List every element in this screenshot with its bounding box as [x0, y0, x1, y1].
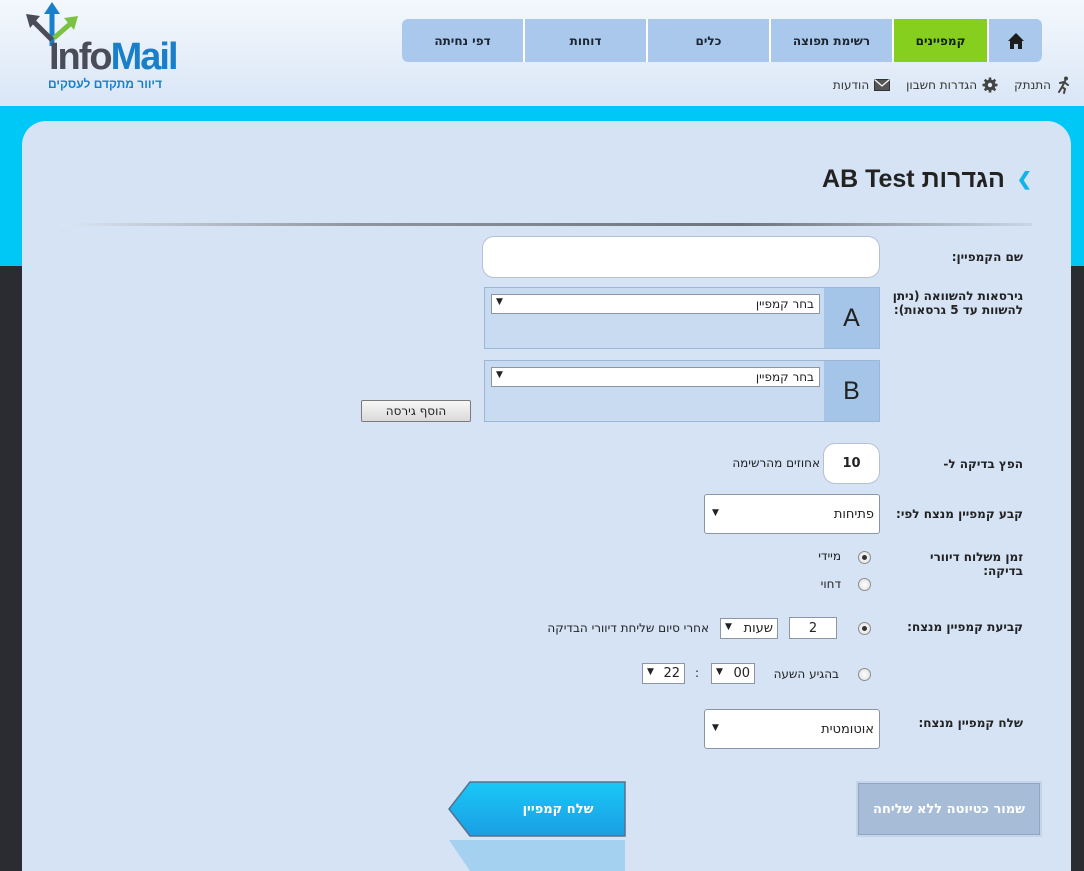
- version-a-select[interactable]: בחר קמפיין ▼: [491, 294, 820, 314]
- page-title-text: הגדרות AB Test: [822, 165, 1005, 193]
- distribute-percent-input[interactable]: 10: [823, 443, 880, 484]
- distribute-label: הפץ בדיקה ל-: [943, 457, 1023, 471]
- winner-after-unit-select[interactable]: שעות ▼: [720, 618, 778, 639]
- tab-landing-pages[interactable]: דפי נחיתה: [402, 19, 523, 62]
- home-icon: [1007, 32, 1024, 49]
- send-button-reflection: [448, 840, 626, 871]
- home-button[interactable]: [989, 19, 1042, 62]
- logout-label: התנתק: [1014, 78, 1051, 92]
- campaign-name-label: שם הקמפיין:: [951, 250, 1023, 264]
- time-separator: :: [695, 666, 700, 680]
- winner-at-minutes-select[interactable]: 00 ▼: [711, 663, 755, 684]
- dropdown-arrow-icon: ▼: [496, 297, 503, 307]
- dropdown-arrow-icon: ▼: [712, 508, 719, 518]
- tab-campaigns[interactable]: קמפיינים: [894, 19, 987, 62]
- send-delayed-radio[interactable]: [858, 578, 871, 591]
- content-panel: [22, 121, 1071, 871]
- winner-at-text: בהגיע השעה: [773, 667, 839, 681]
- tab-reports[interactable]: דוחות: [525, 19, 646, 62]
- version-a-selected: בחר קמפיין: [755, 297, 814, 311]
- title-divider: [60, 223, 1032, 226]
- winner-at-hours-value: 22: [663, 666, 680, 681]
- logo-tagline: דיוור מתקדם לעסקים: [48, 77, 163, 91]
- winner-timing-label: קביעת קמפיין מנצח:: [907, 620, 1023, 634]
- logo[interactable]: InfoMail דיוור מתקדם לעסקים: [22, 0, 187, 100]
- dropdown-arrow-icon: ▼: [647, 667, 654, 677]
- send-campaign-label: שלח קמפיין: [522, 801, 594, 817]
- send-immediate-radio[interactable]: [858, 551, 871, 564]
- logo-wordmark: InfoMail: [49, 36, 179, 78]
- messages-link[interactable]: הודעות: [832, 76, 891, 94]
- winner-after-radio[interactable]: [858, 622, 871, 635]
- utility-links: הודעות הגדרות חשבון התנתק: [833, 76, 1072, 94]
- distribute-suffix: אחוזים מהרשימה: [732, 456, 820, 470]
- winner-by-select[interactable]: פתיחות ▼: [704, 494, 880, 534]
- page-title: ❯ הגדרות AB Test: [822, 165, 1032, 194]
- winner-after-unit-value: שעות: [743, 621, 773, 636]
- send-winner-value: אוטומטית: [821, 721, 874, 737]
- version-letter: B: [824, 361, 879, 421]
- version-letter: A: [824, 288, 879, 348]
- dropdown-arrow-icon: ▼: [496, 370, 503, 380]
- send-time-label: זמן משלוח דיוורי בדיקה:: [930, 550, 1023, 578]
- winner-by-value: פתיחות: [833, 506, 874, 522]
- distribute-percent-value: 10: [842, 456, 861, 471]
- main-nav: קמפיינים רשימת תפוצה כלים דוחות דפי נחית…: [402, 19, 1042, 62]
- account-settings-label: הגדרות חשבון: [906, 78, 978, 92]
- winner-at-radio[interactable]: [858, 668, 871, 681]
- save-draft-button[interactable]: שמור כטיוטה ללא שליחה: [856, 781, 1042, 837]
- chevron-left-icon: ❯: [1016, 169, 1032, 189]
- winner-after-text: אחרי סיום שליחת דיוורי הבדיקה: [547, 621, 709, 635]
- dropdown-arrow-icon: ▼: [712, 723, 719, 733]
- send-winner-select[interactable]: אוטומטית ▼: [704, 709, 880, 749]
- tab-mailing-list[interactable]: רשימת תפוצה: [771, 19, 892, 62]
- envelope-icon: [874, 79, 891, 91]
- version-row-b: B בחר קמפיין ▼: [484, 360, 880, 422]
- winner-at-minutes-value: 00: [733, 666, 750, 681]
- dropdown-arrow-icon: ▼: [725, 622, 732, 632]
- winner-at-hours-select[interactable]: 22 ▼: [642, 663, 685, 684]
- add-version-button[interactable]: הוסף גירסה: [361, 400, 471, 422]
- send-immediate-label: מיידי: [818, 549, 841, 563]
- running-man-icon: [1058, 76, 1069, 94]
- logout-link[interactable]: התנתק: [1014, 76, 1072, 94]
- send-delayed-label: דחוי: [820, 577, 841, 591]
- version-row-a: A בחר קמפיין ▼: [484, 287, 880, 349]
- messages-label: הודעות: [832, 78, 870, 92]
- version-b-select[interactable]: בחר קמפיין ▼: [491, 367, 820, 387]
- send-campaign-button[interactable]: שלח קמפיין: [448, 781, 626, 837]
- version-b-selected: בחר קמפיין: [755, 370, 814, 384]
- account-settings-link[interactable]: הגדרות חשבון: [906, 76, 998, 94]
- winner-after-value: 2: [808, 620, 818, 636]
- dropdown-arrow-icon: ▼: [716, 667, 723, 677]
- gear-icon: [982, 77, 998, 93]
- winner-by-label: קבע קמפיין מנצח לפי:: [896, 507, 1023, 521]
- campaign-name-input[interactable]: [482, 236, 880, 278]
- versions-label: גירסאות להשוואה (ניתן להשוות עד 5 גרסאות…: [892, 289, 1023, 317]
- tab-tools[interactable]: כלים: [648, 19, 769, 62]
- reflection-shape: [449, 840, 625, 871]
- send-winner-label: שלח קמפיין מנצח:: [918, 716, 1023, 730]
- winner-after-input[interactable]: 2: [789, 617, 837, 639]
